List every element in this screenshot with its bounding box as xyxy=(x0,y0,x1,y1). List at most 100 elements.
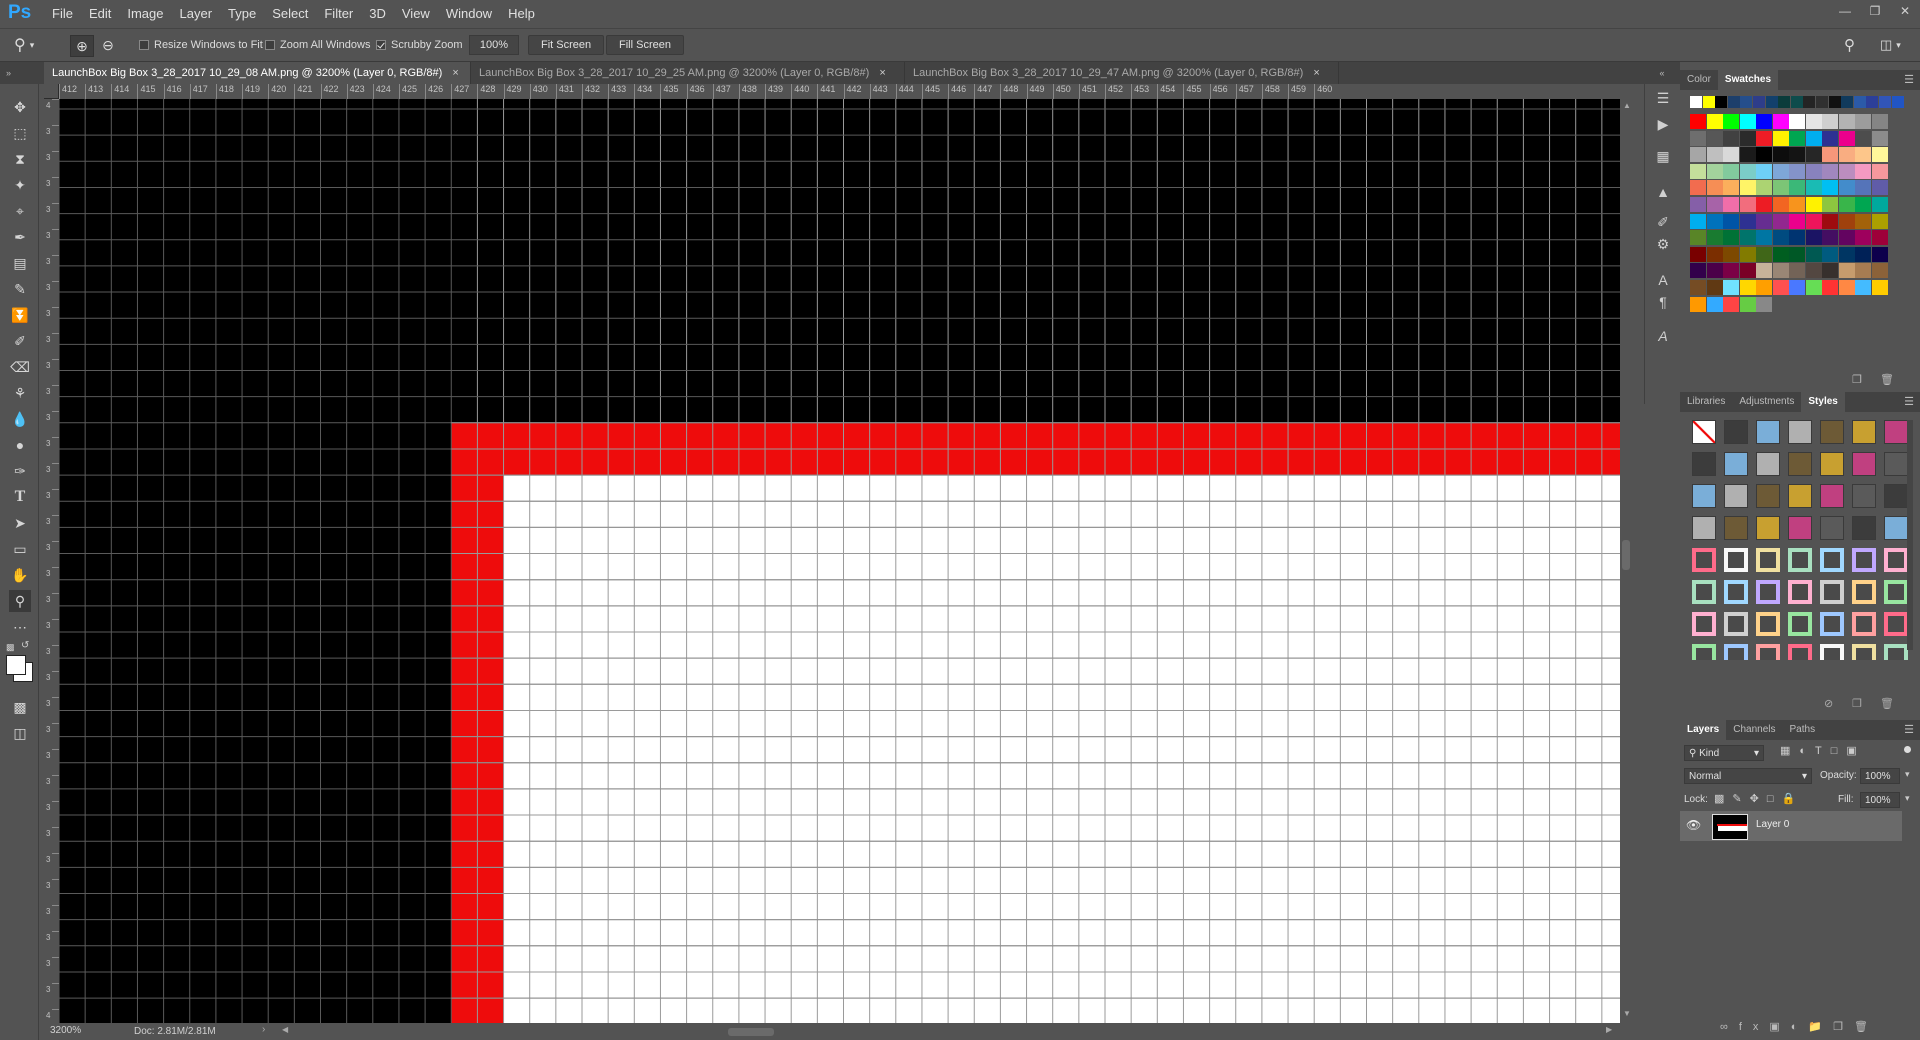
color-swatch[interactable] xyxy=(1789,263,1805,279)
color-swatch[interactable] xyxy=(1891,96,1904,108)
clone-stamp-tool-icon[interactable]: ⏬ xyxy=(9,304,31,326)
scrubby-zoom-check[interactable] xyxy=(376,40,386,50)
color-swatch[interactable] xyxy=(1706,213,1723,229)
visibility-eye-icon[interactable]: 👁 xyxy=(1686,818,1701,832)
color-swatch[interactable] xyxy=(1690,246,1706,262)
color-swatch[interactable] xyxy=(1690,147,1706,163)
style-preset[interactable] xyxy=(1788,612,1812,636)
zoom-in-icon[interactable]: ⊕ xyxy=(70,35,94,57)
search-icon[interactable]: ⚲ xyxy=(1844,35,1855,55)
panel-menu-icon[interactable]: ☰ xyxy=(1904,723,1914,736)
color-swatch[interactable] xyxy=(1789,147,1805,163)
properties-panel-icon[interactable]: ▦ xyxy=(1653,146,1673,166)
history-brush-tool-icon[interactable]: ✐ xyxy=(9,330,31,352)
fill-field[interactable]: 100% xyxy=(1860,792,1900,808)
color-swatch[interactable] xyxy=(1706,246,1723,262)
color-swatch[interactable] xyxy=(1822,246,1838,262)
color-swatch[interactable] xyxy=(1822,114,1838,129)
color-swatch[interactable] xyxy=(1855,230,1871,246)
menu-type[interactable]: Type xyxy=(220,0,264,28)
zoom-percent-field[interactable]: 100% xyxy=(469,35,519,55)
style-preset[interactable] xyxy=(1884,484,1908,508)
color-swatch[interactable] xyxy=(1772,114,1789,129)
clone-source-panel-icon[interactable]: ▲ xyxy=(1653,182,1673,202)
color-swatch[interactable] xyxy=(1789,213,1805,229)
color-swatch[interactable] xyxy=(1723,230,1739,246)
color-swatch[interactable] xyxy=(1805,263,1822,279)
style-preset[interactable] xyxy=(1724,452,1748,476)
quick-mask-icon[interactable]: ▩ xyxy=(9,696,31,718)
style-preset[interactable] xyxy=(1788,420,1812,444)
color-swatch[interactable] xyxy=(1855,163,1871,179)
color-swatch[interactable] xyxy=(1723,130,1739,146)
color-swatch[interactable] xyxy=(1822,280,1838,295)
scroll-left-icon[interactable]: ◀ xyxy=(282,1025,288,1034)
color-swatch[interactable] xyxy=(1871,147,1888,163)
style-preset[interactable] xyxy=(1756,612,1780,636)
history-panel-icon[interactable]: ☰ xyxy=(1653,88,1673,108)
scroll-down-icon[interactable]: ▼ xyxy=(1623,1009,1631,1018)
color-swatch[interactable] xyxy=(1855,263,1871,279)
screen-mode-icon[interactable]: ◫ xyxy=(9,722,31,744)
color-swatch[interactable] xyxy=(1871,246,1888,262)
color-swatch[interactable] xyxy=(1871,280,1888,295)
style-preset[interactable] xyxy=(1756,644,1780,660)
color-swatch[interactable] xyxy=(1822,230,1838,246)
color-swatch[interactable] xyxy=(1871,163,1888,179)
color-swatch[interactable] xyxy=(1838,280,1855,295)
color-swatch[interactable] xyxy=(1690,280,1706,295)
style-preset[interactable] xyxy=(1884,420,1908,444)
color-swatch[interactable] xyxy=(1756,180,1772,196)
new-swatch-icon[interactable]: ❐ xyxy=(1852,373,1862,386)
color-swatch[interactable] xyxy=(1706,180,1723,196)
color-swatch[interactable] xyxy=(1739,263,1756,279)
rectangle-tool-icon[interactable]: ▭ xyxy=(9,538,31,560)
color-swatch[interactable] xyxy=(1866,96,1879,108)
style-preset[interactable] xyxy=(1692,516,1716,540)
brush-presets-panel-icon[interactable]: ✐ xyxy=(1653,212,1673,232)
color-swatch[interactable] xyxy=(1838,230,1855,246)
color-swatch[interactable] xyxy=(1706,280,1723,295)
color-swatch[interactable] xyxy=(1772,280,1789,295)
foreground-color-swatch[interactable] xyxy=(6,655,26,675)
style-preset[interactable] xyxy=(1852,516,1876,540)
color-swatch[interactable] xyxy=(1723,213,1739,229)
lock-icons[interactable]: ▩✎✥□🔒 xyxy=(1714,792,1803,805)
color-swatch[interactable] xyxy=(1855,246,1871,262)
color-swatch[interactable] xyxy=(1690,230,1706,246)
resize-windows-checkbox[interactable]: Resize Windows to Fit xyxy=(139,35,263,55)
brush-tool-icon[interactable]: ✎ xyxy=(9,278,31,300)
zoom-out-icon[interactable]: ⊖ xyxy=(97,35,119,55)
style-preset[interactable] xyxy=(1692,644,1716,660)
color-swatch[interactable] xyxy=(1739,296,1756,312)
color-swatch[interactable] xyxy=(1841,96,1854,108)
color-swatch[interactable] xyxy=(1838,163,1855,179)
color-swatch[interactable] xyxy=(1822,263,1838,279)
color-swatch[interactable] xyxy=(1789,130,1805,146)
color-swatch[interactable] xyxy=(1723,163,1739,179)
style-preset[interactable] xyxy=(1852,548,1876,572)
zoom-tool-icon[interactable]: ⚲ xyxy=(9,590,31,612)
actions-panel-icon[interactable]: ▶ xyxy=(1653,114,1673,134)
color-swatch[interactable] xyxy=(1706,130,1723,146)
lasso-tool-icon[interactable]: ⧗ xyxy=(9,148,31,170)
color-swatch[interactable] xyxy=(1855,130,1871,146)
color-swatch[interactable] xyxy=(1706,114,1723,129)
zoom-all-check[interactable] xyxy=(265,40,275,50)
scroll-up-icon[interactable]: ▲ xyxy=(1623,101,1631,110)
color-swatch[interactable] xyxy=(1805,246,1822,262)
style-preset[interactable] xyxy=(1724,420,1748,444)
toolbar-collapse-icon[interactable]: » xyxy=(0,62,44,84)
color-swatch[interactable] xyxy=(1838,197,1855,212)
color-swatch[interactable] xyxy=(1805,130,1822,146)
style-preset[interactable] xyxy=(1756,516,1780,540)
layer-row[interactable]: 👁 Layer 0 xyxy=(1680,811,1902,841)
clear-style-icon[interactable]: ⊘ xyxy=(1824,697,1833,710)
color-swatch[interactable] xyxy=(1789,246,1805,262)
color-swatch[interactable] xyxy=(1805,163,1822,179)
dodge-tool-icon[interactable]: ● xyxy=(9,434,31,456)
menu-window[interactable]: Window xyxy=(438,0,500,28)
style-preset[interactable] xyxy=(1820,644,1844,660)
style-preset[interactable] xyxy=(1724,548,1748,572)
color-swatch[interactable] xyxy=(1723,114,1739,129)
